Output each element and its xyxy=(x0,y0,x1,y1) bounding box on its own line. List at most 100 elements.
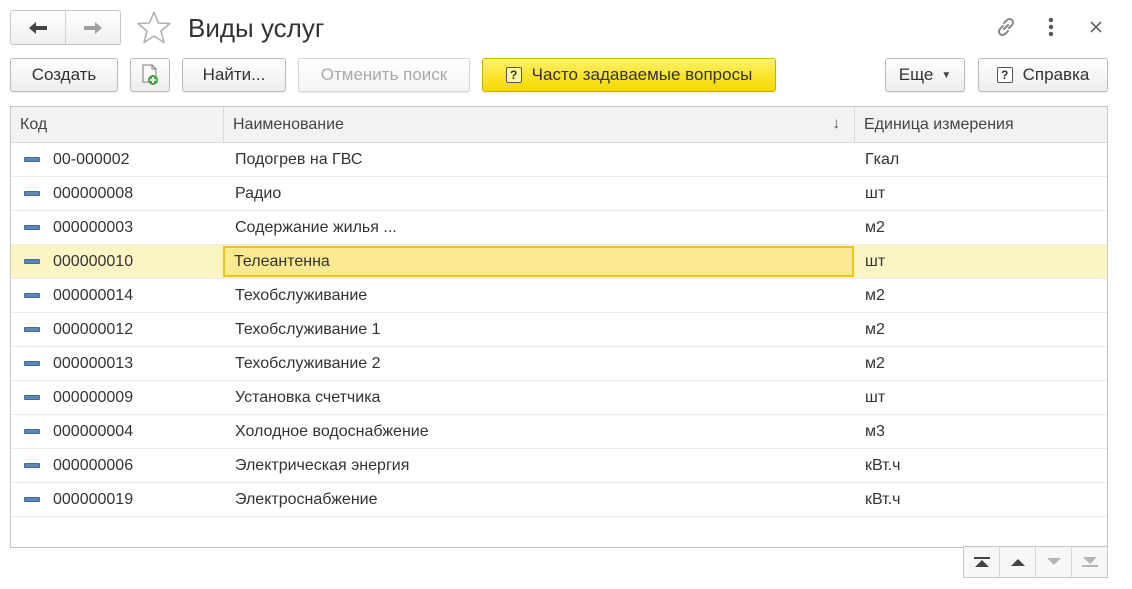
catalog-item-icon xyxy=(24,293,40,298)
arrow-right-icon xyxy=(84,21,102,34)
link-button[interactable] xyxy=(993,14,1019,40)
cell-unit[interactable]: шт xyxy=(854,381,1107,414)
cell-code[interactable]: 000000004 xyxy=(11,415,223,448)
table-row[interactable]: 000000010 Телеантенна шт xyxy=(11,245,1107,279)
back-button[interactable] xyxy=(11,11,65,44)
cell-code[interactable]: 00-000002 xyxy=(11,143,223,176)
navigation-buttons xyxy=(10,10,121,45)
find-button-label: Найти... xyxy=(202,65,266,84)
column-header-code[interactable]: Код xyxy=(11,107,223,142)
table-row[interactable]: 000000003 Содержание жилья ... м2 xyxy=(11,211,1107,245)
close-icon xyxy=(1090,21,1102,33)
cell-code[interactable]: 000000006 xyxy=(11,449,223,482)
cell-unit[interactable]: шт xyxy=(854,177,1107,210)
cell-code-text: 000000014 xyxy=(53,286,134,304)
cell-name[interactable]: Электрическая энергия xyxy=(223,449,854,482)
cell-code[interactable]: 000000019 xyxy=(11,483,223,516)
catalog-item-icon xyxy=(24,327,40,332)
more-actions-label: Еще xyxy=(898,65,934,84)
table-row[interactable]: 000000009 Установка счетчика шт xyxy=(11,381,1107,415)
catalog-item-icon xyxy=(24,191,40,196)
table-row[interactable]: 000000012 Техобслуживание 1 м2 xyxy=(11,313,1107,347)
table-row[interactable]: 00-000002 Подогрев на ГВС Гкал xyxy=(11,143,1107,177)
services-table[interactable]: Код Наименование ↓ Единица измерения 00-… xyxy=(10,106,1108,548)
scroll-buttons xyxy=(963,546,1108,578)
catalog-item-icon xyxy=(24,395,40,400)
cell-code[interactable]: 000000014 xyxy=(11,279,223,312)
close-button[interactable] xyxy=(1083,14,1109,40)
cell-code-text: 000000003 xyxy=(53,218,134,236)
cell-code[interactable]: 000000012 xyxy=(11,313,223,346)
help-icon: ? xyxy=(996,67,1013,83)
cell-unit[interactable]: м2 xyxy=(854,279,1107,312)
column-header-name[interactable]: Наименование ↓ xyxy=(223,107,854,142)
cell-name[interactable]: Электроснабжение xyxy=(223,483,854,516)
cell-unit[interactable]: шт xyxy=(854,245,1107,278)
catalog-item-icon xyxy=(24,225,40,230)
scroll-up-icon xyxy=(1010,559,1025,566)
cell-name[interactable]: Холодное водоснабжение xyxy=(223,415,854,448)
cell-name[interactable]: Телеантенна xyxy=(223,246,854,277)
table-row[interactable]: 000000006 Электрическая энергия кВт.ч xyxy=(11,449,1107,483)
find-button[interactable]: Найти... xyxy=(182,58,286,92)
cell-code-text: 00-000002 xyxy=(53,150,130,168)
faq-button[interactable]: ? Часто задаваемые вопросы xyxy=(482,58,776,92)
link-icon xyxy=(997,17,1015,37)
more-actions-button[interactable]: Еще ▼ xyxy=(885,58,965,92)
cell-code-text: 000000019 xyxy=(53,490,134,508)
scroll-up-button[interactable] xyxy=(999,547,1035,577)
cell-unit[interactable]: кВт.ч xyxy=(854,449,1107,482)
table-row[interactable]: 000000014 Техобслуживание м2 xyxy=(11,279,1107,313)
cell-code[interactable]: 000000003 xyxy=(11,211,223,244)
help-button[interactable]: ? Справка xyxy=(978,58,1108,92)
sort-descending-icon: ↓ xyxy=(832,115,841,132)
cell-name[interactable]: Содержание жилья ... xyxy=(223,211,854,244)
scroll-down-button[interactable] xyxy=(1035,547,1071,577)
cell-name[interactable]: Техобслуживание 2 xyxy=(223,347,854,380)
cell-name[interactable]: Установка счетчика xyxy=(223,381,854,414)
column-header-unit[interactable]: Единица измерения xyxy=(854,107,1107,142)
cell-name[interactable]: Подогрев на ГВС xyxy=(223,143,854,176)
cell-unit[interactable]: м2 xyxy=(854,211,1107,244)
column-header-unit-label: Единица измерения xyxy=(864,115,1014,133)
create-copy-button[interactable] xyxy=(130,58,170,92)
cell-code-text: 000000004 xyxy=(53,422,134,440)
chevron-down-icon: ▼ xyxy=(941,69,952,81)
cell-name[interactable]: Техобслуживание xyxy=(223,279,854,312)
cell-name[interactable]: Радио xyxy=(223,177,854,210)
table-row[interactable]: 000000004 Холодное водоснабжение м3 xyxy=(11,415,1107,449)
cell-code-text: 000000013 xyxy=(53,354,134,372)
scroll-to-bottom-button[interactable] xyxy=(1071,547,1107,577)
cell-code[interactable]: 000000013 xyxy=(11,347,223,380)
table-row[interactable]: 000000008 Радио шт xyxy=(11,177,1107,211)
cell-unit[interactable]: Гкал xyxy=(854,143,1107,176)
star-icon[interactable] xyxy=(135,9,173,47)
cell-unit[interactable]: кВт.ч xyxy=(854,483,1107,516)
help-button-label: Справка xyxy=(1022,65,1090,84)
cell-unit[interactable]: м3 xyxy=(854,415,1107,448)
cancel-search-button-label: Отменить поиск xyxy=(320,65,448,84)
create-button[interactable]: Создать xyxy=(10,58,118,92)
cancel-search-button[interactable]: Отменить поиск xyxy=(298,58,470,92)
cell-code[interactable]: 000000010 xyxy=(11,245,223,278)
catalog-item-icon xyxy=(24,497,40,502)
cell-unit[interactable]: м2 xyxy=(854,313,1107,346)
catalog-item-icon xyxy=(24,361,40,366)
catalog-item-icon xyxy=(24,259,40,264)
scroll-to-top-button[interactable] xyxy=(964,547,999,577)
more-vertical-icon xyxy=(1048,17,1054,37)
cell-name[interactable]: Техобслуживание 1 xyxy=(223,313,854,346)
column-header-name-label: Наименование xyxy=(233,115,344,133)
cell-unit[interactable]: м2 xyxy=(854,347,1107,380)
forward-button[interactable] xyxy=(65,11,120,44)
cell-code[interactable]: 000000008 xyxy=(11,177,223,210)
table-row[interactable]: 000000019 Электроснабжение кВт.ч xyxy=(11,483,1107,517)
table-row[interactable]: 000000013 Техобслуживание 2 м2 xyxy=(11,347,1107,381)
catalog-item-icon xyxy=(24,429,40,434)
catalog-item-icon xyxy=(24,157,40,162)
arrow-left-icon xyxy=(29,21,47,34)
more-button[interactable] xyxy=(1038,14,1064,40)
column-header-code-label: Код xyxy=(20,115,48,133)
cell-code[interactable]: 000000009 xyxy=(11,381,223,414)
add-document-icon xyxy=(142,64,158,85)
